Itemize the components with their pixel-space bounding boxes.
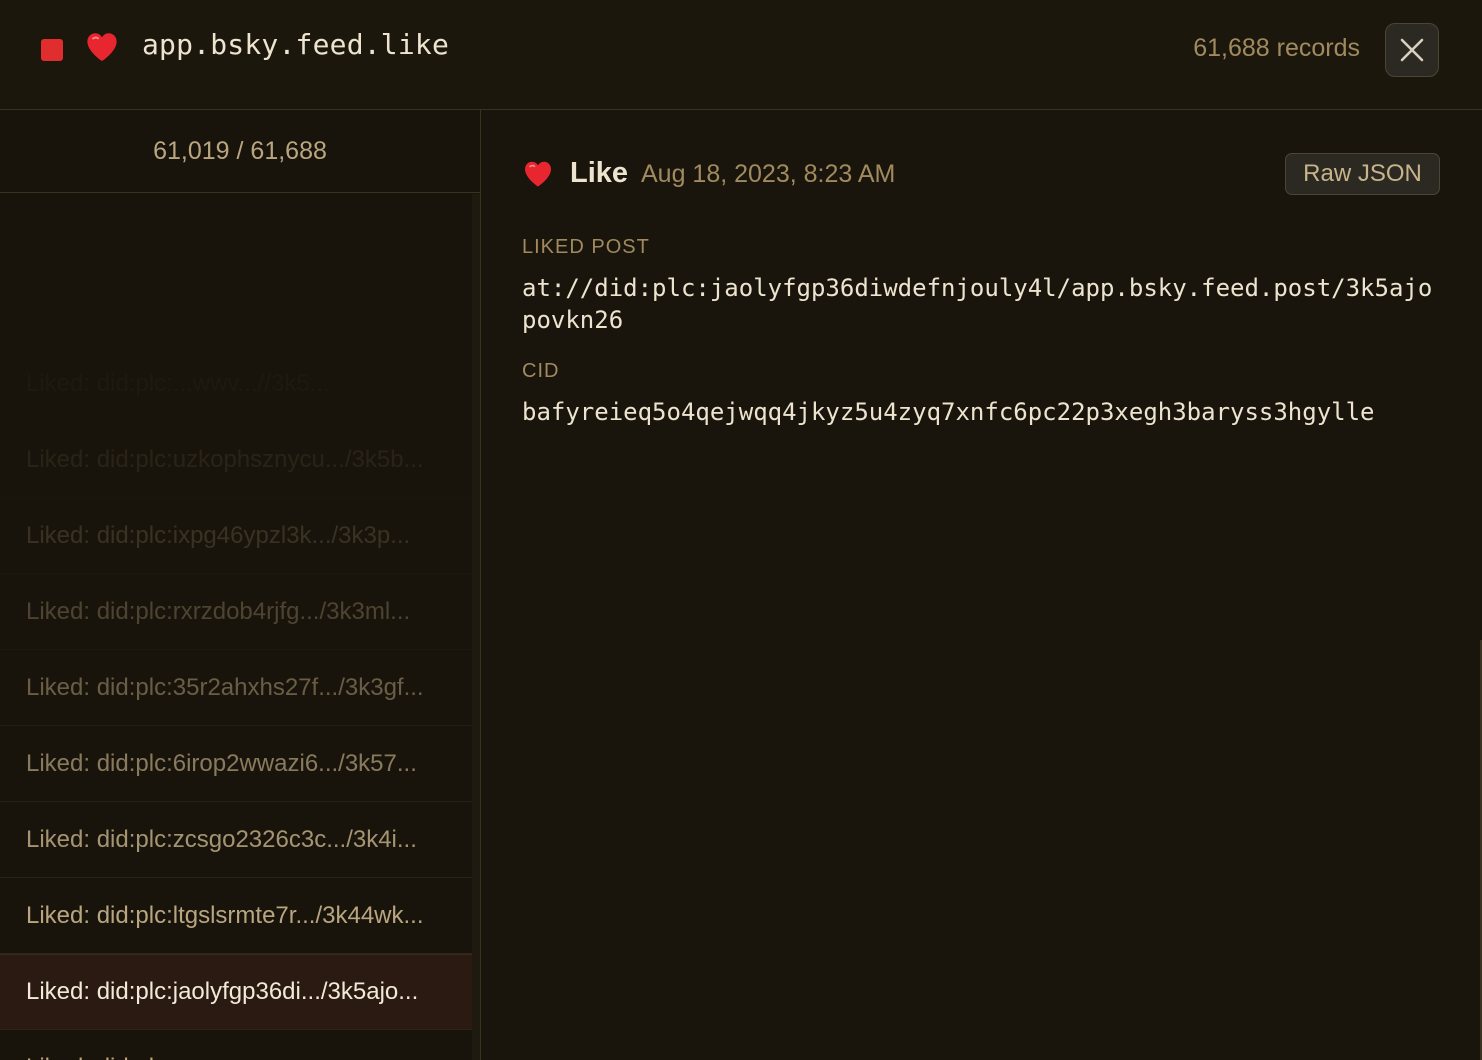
list-item[interactable]: Liked: did:plc:rxrzdob4rjfg.../3k3ml... <box>0 574 480 650</box>
close-icon <box>1400 38 1424 62</box>
heart-icon <box>87 33 117 62</box>
record-browser-window: app.bsky.feed.like 61,688 records 61,019… <box>0 0 1482 1060</box>
list-item[interactable]: Liked: did:plc:uzkophsznycu.../3k5b... <box>0 422 480 498</box>
record-timestamp: Aug 18, 2023, 8:23 AM <box>641 160 896 188</box>
record-position-counter: 61,019 / 61,688 <box>0 110 480 193</box>
list-item[interactable]: Liked: did:plc:...wwv...//3k5... <box>0 346 481 422</box>
cid-label: CID <box>522 360 560 382</box>
list-item[interactable]: Liked: did:plc:zcsgo2326c3c.../3k4i... <box>0 802 480 878</box>
records-sidebar: 61,019 / 61,688 Liked: did:plc:...wwv...… <box>0 110 481 1060</box>
sidebar-scrollbar[interactable] <box>472 194 480 1060</box>
list-item[interactable]: Liked: did:plc:35r2ahxhs27f.../3k3gf... <box>0 650 480 726</box>
list-item[interactable]: Liked: did:plc:... <box>0 1030 480 1060</box>
record-type: Like <box>570 157 629 189</box>
list-item[interactable]: Liked: did:plc:6irop2wwazi6.../3k57... <box>0 726 480 802</box>
list-item[interactable]: Liked: did:plc:ixpg46ypzl3k.../3k3p... <box>0 498 480 574</box>
record-detail-panel: Like Aug 18, 2023, 8:23 AM Raw JSON LIKE… <box>482 110 1482 1060</box>
list-item[interactable]: Liked: did:plc:ltgslsrmte7r.../3k44wk... <box>0 878 480 954</box>
liked-post-label: LIKED POST <box>522 236 650 258</box>
liked-post-uri: at://did:plc:jaolyfgp36diwdefnjouly4l/ap… <box>522 274 1433 334</box>
heart-icon <box>525 161 551 187</box>
record-count: 61,688 records <box>1193 34 1360 62</box>
cid-value: bafyreieq5o4qejwqq4jkyz5u4zyq7xnfc6pc22p… <box>522 398 1375 426</box>
list-item-selected[interactable]: Liked: did:plc:jaolyfgp36di.../3k5ajo... <box>0 954 480 1030</box>
raw-json-button[interactable]: Raw JSON <box>1285 153 1440 195</box>
header: app.bsky.feed.like 61,688 records <box>0 0 1482 110</box>
collection-title: app.bsky.feed.like <box>142 28 450 61</box>
record-indicator-icon <box>41 39 63 61</box>
close-button[interactable] <box>1385 23 1439 77</box>
